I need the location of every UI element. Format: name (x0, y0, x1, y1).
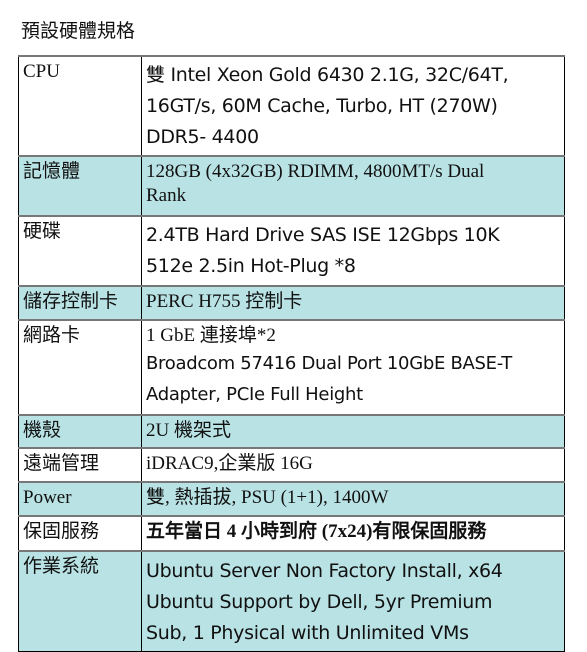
value-line: 雙, 熱插拔, PSU (1+1), 1400W (146, 487, 389, 508)
value-line: 2.4TB Hard Drive SAS ISE 12Gbps 10K (146, 224, 500, 246)
spec-row-chassis: 機殼 2U 機架式 (18, 414, 565, 448)
row-value: 128GB (4x32GB) RDIMM, 4800MT/s Dual Rank (141, 155, 565, 216)
spec-row-raid-controller: 儲存控制卡 PERC H755 控制卡 (18, 285, 565, 320)
value-line: Ubuntu Support by Dell, 5yr Premium (146, 591, 493, 613)
row-value: iDRAC9,企業版 16G (141, 447, 565, 482)
spec-row-power: Power 雙, 熱插拔, PSU (1+1), 1400W (18, 481, 565, 516)
row-value: 1 GbE 連接埠*2 Broadcom 57416 Dual Port 10G… (141, 319, 565, 415)
spec-row-os: 作業系統 Ubuntu Server Non Factory Install, … (18, 550, 565, 652)
row-label: 作業系統 (18, 550, 142, 652)
value-line: DDR5- 4400 (146, 126, 259, 148)
row-label: 遠端管理 (18, 447, 142, 482)
row-label: CPU (18, 55, 142, 156)
row-value: 2.4TB Hard Drive SAS ISE 12Gbps 10K 512e… (141, 215, 565, 286)
row-label: 儲存控制卡 (18, 285, 142, 320)
spec-row-remote-management: 遠端管理 iDRAC9,企業版 16G (18, 447, 565, 482)
spec-row-storage: 硬碟 2.4TB Hard Drive SAS ISE 12Gbps 10K 5… (18, 215, 565, 286)
row-value: PERC H755 控制卡 (141, 285, 565, 320)
row-label: 記憶體 (18, 155, 142, 216)
value-line: 512e 2.5in Hot-Plug *8 (146, 255, 356, 277)
value-line: Sub, 1 Physical with Unlimited VMs (146, 622, 469, 644)
value-line: 五年當日 4 小時到府 (7x24)有限保固服務 (146, 521, 487, 542)
row-value: 2U 機架式 (141, 414, 565, 448)
page-title: 預設硬體規格 (21, 20, 136, 42)
value-line: Broadcom 57416 Dual Port 10GbE BASE-T (146, 353, 512, 374)
row-value: 雙, 熱插拔, PSU (1+1), 1400W (141, 481, 565, 516)
value-line: Rank (146, 185, 187, 206)
value-line: 2U 機架式 (146, 420, 231, 441)
spec-row-cpu: CPU 雙 Intel Xeon Gold 6430 2.1G, 32C/64T… (18, 55, 565, 156)
row-label: 機殼 (18, 414, 142, 448)
row-value: Ubuntu Server Non Factory Install, x64 U… (141, 550, 565, 652)
row-label: Power (18, 481, 142, 516)
value-line: PERC H755 控制卡 (146, 291, 303, 312)
spec-row-memory: 記憶體 128GB (4x32GB) RDIMM, 4800MT/s Dual … (18, 155, 565, 216)
value-line: 128GB (4x32GB) RDIMM, 4800MT/s Dual (146, 161, 485, 182)
spec-row-network: 網路卡 1 GbE 連接埠*2 Broadcom 57416 Dual Port… (18, 319, 565, 415)
row-label: 網路卡 (18, 319, 142, 415)
value-line: 雙 Intel Xeon Gold 6430 2.1G, 32C/64T, (146, 64, 509, 86)
value-line: 16GT/s, 60M Cache, Turbo, HT (270W) (146, 95, 498, 117)
row-value: 五年當日 4 小時到府 (7x24)有限保固服務 (141, 515, 565, 551)
row-label: 保固服務 (18, 515, 142, 551)
value-line: Ubuntu Server Non Factory Install, x64 (146, 560, 503, 582)
value-line: 1 GbE 連接埠*2 (146, 325, 276, 346)
row-label: 硬碟 (18, 215, 142, 286)
row-value: 雙 Intel Xeon Gold 6430 2.1G, 32C/64T, 16… (141, 55, 565, 156)
spec-table: CPU 雙 Intel Xeon Gold 6430 2.1G, 32C/64T… (18, 55, 565, 652)
spec-row-warranty: 保固服務 五年當日 4 小時到府 (7x24)有限保固服務 (18, 515, 565, 551)
value-line: iDRAC9,企業版 16G (146, 453, 313, 474)
value-line: Adapter, PCIe Full Height (146, 384, 363, 405)
